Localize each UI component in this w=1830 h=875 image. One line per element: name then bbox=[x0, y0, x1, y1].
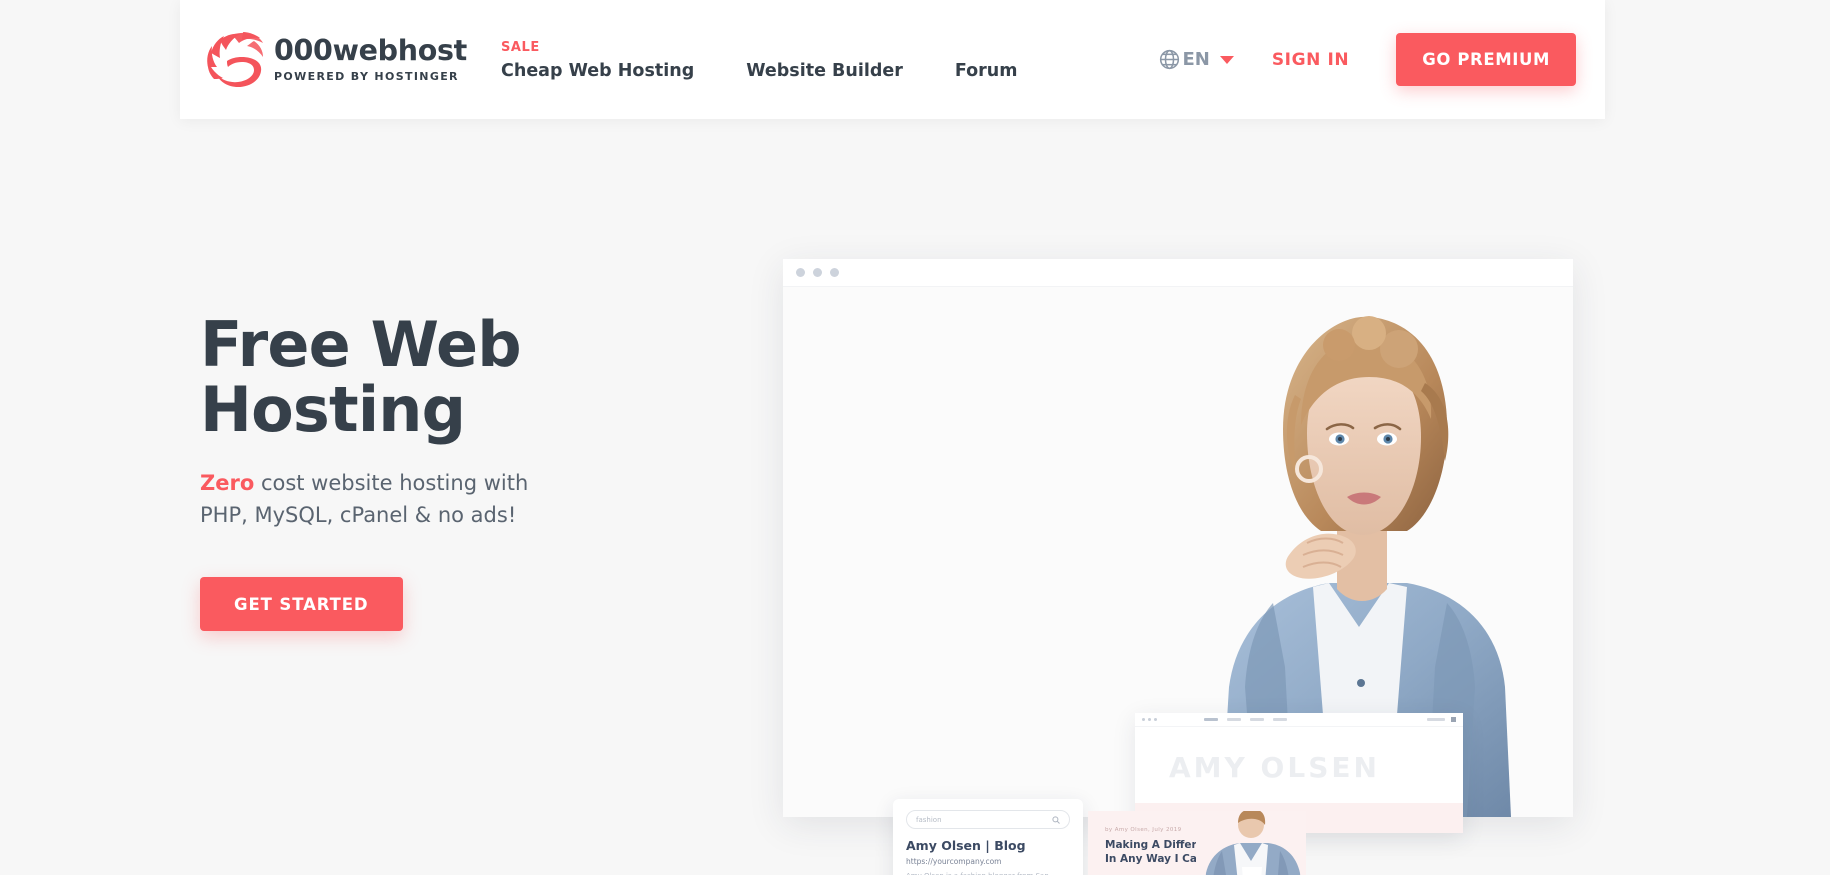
brand-tagline: POWERED BY HOSTINGER bbox=[274, 69, 459, 83]
window-dot-maximize-icon bbox=[830, 268, 839, 277]
go-premium-button[interactable]: GO PREMIUM bbox=[1396, 33, 1576, 86]
nav-label: Cheap Web Hosting bbox=[501, 60, 695, 81]
main-navigation: SALE Cheap Web Hosting Website Builder F… bbox=[501, 34, 1017, 86]
nav-badge-sale: SALE bbox=[501, 39, 540, 55]
nav-item-forum[interactable]: Forum bbox=[955, 40, 1018, 81]
blog-nav-item bbox=[1273, 718, 1287, 721]
browser-titlebar bbox=[783, 259, 1573, 287]
webhost-flame-logo-icon bbox=[202, 29, 268, 91]
search-icon bbox=[1052, 811, 1060, 829]
brand-logo[interactable]: 000webhost POWERED BY HOSTINGER bbox=[202, 29, 467, 91]
blog-nav-item bbox=[1227, 718, 1241, 721]
search-result-title[interactable]: Amy Olsen | Blog bbox=[906, 838, 1070, 853]
nav-label: Forum bbox=[954, 60, 1018, 81]
get-started-button[interactable]: GET STARTED bbox=[200, 577, 403, 631]
blog-watermark: AMY OLSEN bbox=[1169, 751, 1380, 784]
window-dot-minimize-icon bbox=[813, 268, 822, 277]
site-header: 000webhost POWERED BY HOSTINGER SALE Che… bbox=[180, 0, 1605, 119]
window-dot-minimize-icon bbox=[1148, 718, 1151, 721]
search-result-card: fashion Amy Olsen | Blog https://yourcom… bbox=[893, 799, 1083, 875]
chevron-down-icon bbox=[1219, 55, 1234, 64]
search-input-value: fashion bbox=[916, 815, 942, 824]
article-card: by Amy Olsen, July 2019 Making A Differe… bbox=[1088, 811, 1306, 875]
window-dot-maximize-icon bbox=[1154, 718, 1157, 721]
search-result-description: Amy Olsen is a fashion blogger from San … bbox=[906, 871, 1070, 875]
nav-item-website-builder[interactable]: Website Builder bbox=[746, 40, 903, 81]
menu-icon bbox=[1451, 717, 1456, 722]
blog-mockup-nav bbox=[1204, 718, 1287, 721]
blog-nav-item bbox=[1250, 718, 1264, 721]
hero-section: Free Web Hosting Zero cost website hosti… bbox=[0, 119, 1830, 875]
window-dot-close-icon bbox=[1142, 718, 1145, 721]
nav-item-cheap-web-hosting[interactable]: SALE Cheap Web Hosting bbox=[501, 40, 694, 81]
article-photo bbox=[1196, 811, 1306, 875]
window-dot-close-icon bbox=[796, 268, 805, 277]
hero-illustration: AMY OLSEN fashion Amy Olsen | Blog https… bbox=[783, 259, 1583, 875]
header-actions: EN SIGN IN GO PREMIUM bbox=[1158, 33, 1605, 86]
article-kicker: by Amy Olsen, July 2019 bbox=[1105, 827, 1182, 833]
language-code: EN bbox=[1182, 49, 1210, 70]
search-icon bbox=[1427, 718, 1445, 721]
brand-text: 000webhost POWERED BY HOSTINGER bbox=[274, 37, 467, 82]
blog-mockup-titlebar bbox=[1135, 713, 1463, 727]
hero-subtitle: Zero cost website hosting with PHP, MySQ… bbox=[200, 468, 550, 532]
blog-nav-item bbox=[1204, 718, 1218, 721]
blog-mockup-toolbar bbox=[1427, 717, 1456, 722]
page-title: Free Web Hosting bbox=[200, 308, 522, 447]
search-input[interactable]: fashion bbox=[906, 810, 1070, 829]
brand-name: 000webhost bbox=[274, 34, 468, 68]
nav-label: Website Builder bbox=[746, 60, 903, 81]
search-result-url: https://yourcompany.com bbox=[906, 857, 1002, 866]
hero-subtitle-accent: Zero bbox=[200, 471, 255, 496]
hero-copy: Free Web Hosting Zero cost website hosti… bbox=[200, 312, 760, 631]
language-switcher[interactable]: EN bbox=[1158, 48, 1234, 71]
sign-in-link[interactable]: SIGN IN bbox=[1272, 50, 1349, 70]
globe-icon bbox=[1158, 48, 1181, 71]
